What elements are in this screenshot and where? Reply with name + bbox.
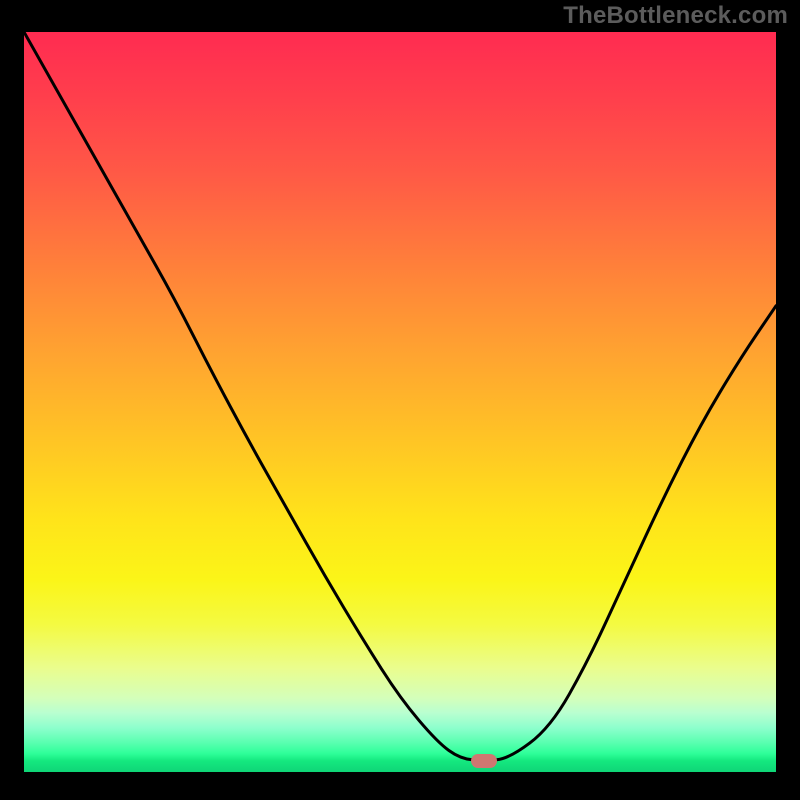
- bottleneck-curve-path: [24, 32, 776, 760]
- watermark-text: TheBottleneck.com: [563, 2, 788, 30]
- chart-curve: [24, 32, 776, 772]
- chart-plot-area: [22, 30, 778, 774]
- optimal-point-marker: [471, 754, 497, 768]
